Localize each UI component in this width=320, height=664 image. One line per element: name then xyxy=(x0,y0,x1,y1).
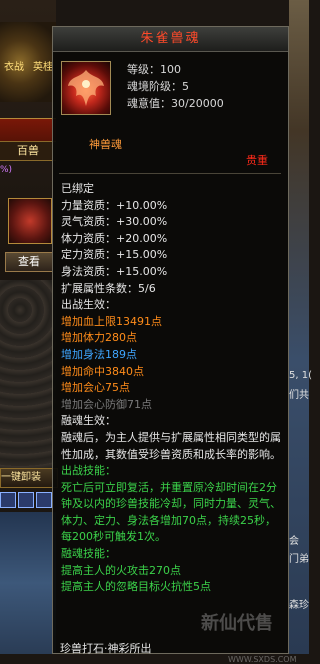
background-rock-texture xyxy=(0,280,56,480)
fuse-skill: 提高主人的忽略目标火抗性5点 xyxy=(61,580,211,594)
stat-line: 灵气资质：+30.00% xyxy=(61,215,168,229)
battle-effect: 增加身法189点 xyxy=(61,347,137,361)
battle-skill-label: 出战技能： xyxy=(61,464,116,478)
fuse-effect-label: 融魂生效： xyxy=(61,414,116,428)
right-text-fragment: 森珍 xyxy=(289,600,309,611)
skill-icon[interactable] xyxy=(36,492,52,508)
phoenix-icon xyxy=(61,61,111,115)
hundred-beasts-tab[interactable]: 百兽 xyxy=(0,141,56,161)
background-right-panel: 5, 1( 们共 会 门弟 森珍 xyxy=(289,0,312,654)
watermark-url: WWW.SXDS.COM xyxy=(228,655,297,664)
background-banner: 衣战 英桂 xyxy=(0,22,56,102)
one-key-unequip-button[interactable]: 一键卸装 xyxy=(0,468,58,488)
battle-effect: 增加体力280点 xyxy=(61,331,137,345)
item-level: 等级：100 xyxy=(127,63,181,76)
item-meta: 等级：100 魂境阶级：5 魂意值：30/20000 xyxy=(127,61,224,112)
right-text-fragment: 会 xyxy=(289,536,299,547)
right-text-fragment: 门弟 xyxy=(289,554,309,565)
fuse-skill-label: 融魂技能： xyxy=(61,547,116,561)
item-quality: 贵重 xyxy=(246,154,268,167)
fuse-description: 融魂后，为主人提供与扩展属性相同类型的属性加成，其数值受珍兽资质和成长率的影响。 xyxy=(61,430,281,461)
item-will: 魂意值：30/20000 xyxy=(127,97,224,110)
right-text-fragment: 5, 1( xyxy=(289,370,312,381)
skill-icon[interactable] xyxy=(0,492,16,508)
banner-right-text: 英桂 xyxy=(33,62,53,73)
beast-slot-icon[interactable] xyxy=(8,198,52,244)
watermark: 新仙代售 xyxy=(201,613,273,634)
bound-status: 已绑定 xyxy=(61,182,94,195)
item-title: 朱雀兽魂 xyxy=(140,31,201,46)
percent-fragment: %) xyxy=(0,165,13,175)
stat-line: 扩展属性条数：5/6 xyxy=(61,281,156,295)
skill-icon[interactable] xyxy=(18,492,34,508)
stat-line: 身法资质：+15.00% xyxy=(61,264,168,278)
stat-line: 力量资质：+10.00% xyxy=(61,198,168,212)
stat-line: 定力资质：+15.00% xyxy=(61,248,168,262)
battle-effect: 增加会心75点 xyxy=(61,381,130,395)
stat-line: 体力资质：+20.00% xyxy=(61,231,168,245)
right-text-fragment: 们共 xyxy=(289,390,309,401)
skill-icons-row xyxy=(0,492,56,510)
battle-effect-label: 出战生效： xyxy=(61,298,116,312)
battle-effect: 增加命中3840点 xyxy=(61,364,144,378)
banner-left-text: 衣战 xyxy=(4,62,24,73)
item-realm: 魂境阶级：5 xyxy=(127,80,189,93)
view-button[interactable]: 查看 xyxy=(5,252,53,272)
battle-effect: 增加会心防御71点 xyxy=(61,397,152,411)
tooltip-header: 朱雀兽魂 xyxy=(53,27,288,52)
battle-effect: 增加血上限13491点 xyxy=(61,314,162,328)
background-scene xyxy=(0,512,56,654)
battle-skill-description: 死亡后可立即复活，并重置原冷却时间在2分钟及以内的珍兽技能冷却，同时力量、灵气、… xyxy=(61,480,281,544)
item-subtitle: 神兽魂 xyxy=(89,138,122,151)
divider xyxy=(59,173,281,174)
item-tooltip: 朱雀兽魂 等级：100 魂境阶级：5 魂意值：30/20000 神兽魂 贵重 已… xyxy=(52,26,296,664)
tooltip-body: 已绑定 力量资质：+10.00% 灵气资质：+30.00% 体力资质：+20.0… xyxy=(61,181,285,596)
fuse-skill: 提高主人的火攻击270点 xyxy=(61,563,181,577)
